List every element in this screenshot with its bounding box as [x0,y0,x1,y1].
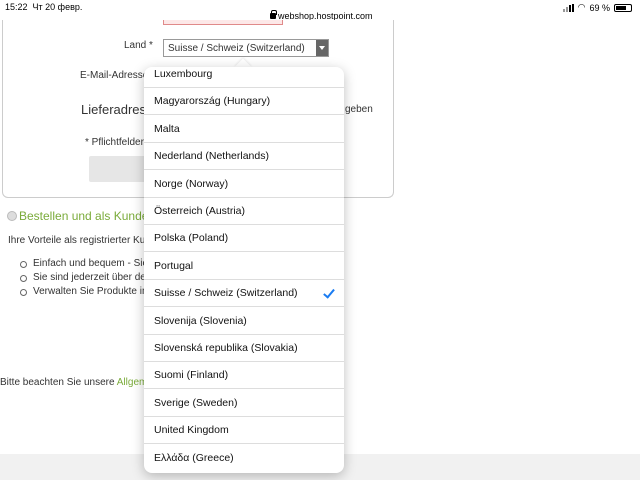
dropdown-option[interactable]: Nederland (Netherlands) [144,143,344,171]
terms-link[interactable]: Allgem [117,377,148,388]
dropdown-option-label: Slovenija (Slovenia) [154,314,247,327]
dropdown-option[interactable]: Magyarország (Hungary) [144,88,344,116]
dropdown-option[interactable]: Malta [144,116,344,143]
register-intro: Ihre Vorteile als registrierter Ku [8,235,146,246]
dropdown-option[interactable]: Suomi (Finland) [144,362,344,390]
country-select[interactable]: Suisse / Schweiz (Switzerland) [163,39,329,57]
register-section-title[interactable]: Bestellen und als Kunde [7,209,148,223]
dropdown-option[interactable]: Portugal [144,253,344,280]
dropdown-option[interactable]: Norge (Norway) [144,171,344,198]
status-date: Чт 20 февр. [32,2,83,12]
dropdown-option-label: Norge (Norway) [154,177,229,190]
dropdown-option-label: Luxembourg [154,68,213,80]
wifi-icon: ◠ [577,2,586,12]
dropdown-option[interactable]: Slovenija (Slovenia) [144,308,344,335]
dropdown-option-label: Portugal [154,259,194,272]
country-dropdown[interactable]: Luxembourg Magyarország (Hungary) Malta Ned… [144,67,344,473]
dropdown-option-label: Suomi (Finland) [154,369,229,382]
dropdown-option[interactable]: Österreich (Austria) [144,198,344,225]
dropdown-option-label: Ελλάδα (Greece) [154,451,234,464]
chevron-down-icon[interactable] [316,40,328,56]
battery-icon [614,3,632,12]
dropdown-option[interactable]: Ελλάδα (Greece) [144,445,344,472]
benefits-list: Einfach und bequem - Sie Sie sind jederz… [20,258,148,300]
terms-note: Bitte beachten Sie unsere Allgem [0,377,148,388]
battery-percent: 69 % [589,2,610,13]
list-item: Sie sind jederzeit über de [20,272,148,286]
dropdown-option[interactable]: Slovenská republika (Slovakia) [144,335,344,362]
signal-icon [562,3,574,12]
dropdown-option-label: Suisse / Schweiz (Switzerland) [154,287,298,300]
dropdown-option-label: Magyarország (Hungary) [154,95,271,108]
submit-button[interactable] [89,156,149,182]
dropdown-option[interactable]: United Kingdom [144,417,344,445]
register-title-text: Bestellen und als Kunde [19,209,149,223]
dropdown-option-label: Polska (Poland) [154,232,229,245]
list-item: Verwalten Sie Produkte in [20,286,148,300]
dropdown-option-label: United Kingdom [154,424,229,437]
dropdown-option[interactable]: Polska (Poland) [144,225,344,253]
delivery-address-heading: Lieferadress [81,102,153,117]
dropdown-option-label: Slovenská republika (Slovakia) [154,342,298,354]
dropdown-option[interactable]: Sverige (Sweden) [144,390,344,417]
delivery-address-suffix: geben [345,104,373,115]
dropdown-option[interactable]: Luxembourg [144,67,344,88]
dropdown-option-label: Nederland (Netherlands) [154,150,269,163]
checkmark-icon [323,286,335,299]
radio-icon[interactable] [7,211,17,221]
dropdown-option[interactable]: Suisse / Schweiz (Switzerland) [144,280,344,308]
dropdown-option-label: Malta [154,122,180,135]
invalid-input-field[interactable] [163,20,283,25]
required-fields-note: * Pflichtfelder [85,137,144,148]
list-item: Einfach und bequem - Sie [20,258,148,272]
lock-icon [270,10,277,19]
dropdown-option-label: Österreich (Austria) [154,205,246,217]
dropdown-option-label: Sverige (Sweden) [154,396,238,409]
email-label: E-Mail-Adresse [80,70,149,81]
land-label: Land * [124,40,153,51]
status-indicators: ◠ 69 % [562,2,632,13]
status-time: 15:22 Чт 20 февр. [5,2,83,12]
country-select-value: Suisse / Schweiz (Switzerland) [168,43,305,54]
